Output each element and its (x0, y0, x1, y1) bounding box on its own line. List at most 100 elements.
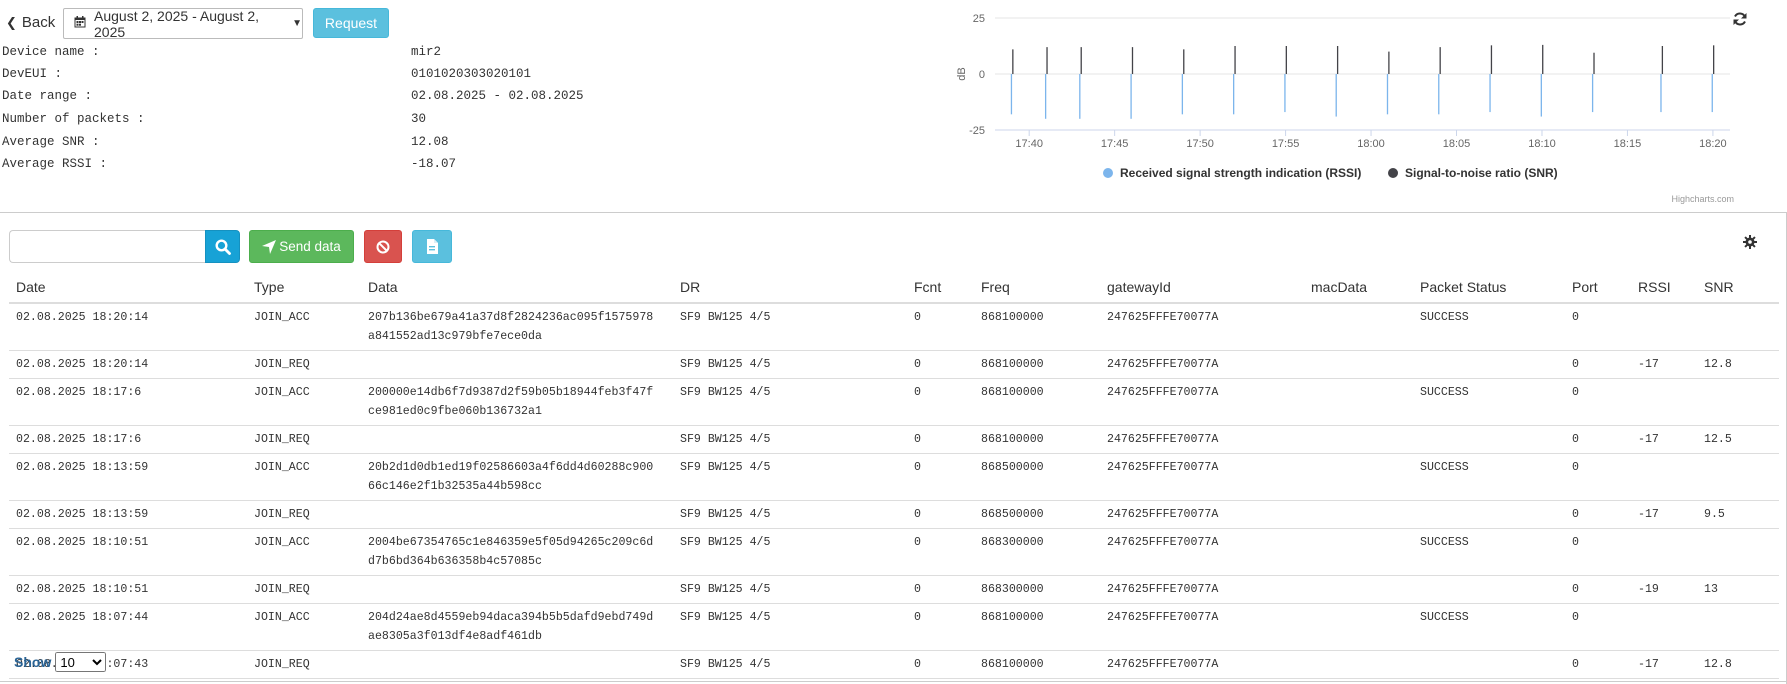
search-button[interactable] (205, 230, 240, 263)
column-header-rssi[interactable]: RSSI (1631, 272, 1697, 304)
cell-freq: 868300000 (974, 575, 1100, 604)
cell-fcnt: 0 (907, 350, 974, 379)
export-button[interactable] (412, 230, 452, 263)
column-header-dr[interactable]: DR (673, 272, 907, 304)
cell-gw: 247625FFFE70077A (1100, 575, 1304, 604)
column-header-date[interactable]: Date (9, 272, 247, 304)
cell-dr: SF9 BW125 4/5 (673, 303, 907, 351)
snr-bar (1131, 47, 1134, 74)
block-button[interactable] (364, 230, 402, 263)
back-button[interactable]: ❮ Back (6, 14, 55, 31)
refresh-icon[interactable] (1732, 11, 1748, 32)
cell-fcnt: 0 (907, 575, 974, 604)
cell-rssi: -17 (1631, 425, 1697, 454)
table-row: 02.08.2025 18:20:14 JOIN_REQ SF9 BW125 4/5… (9, 350, 1779, 379)
snr-bar (1593, 52, 1595, 74)
rssi-bar (1386, 74, 1389, 115)
column-header-packet-status[interactable]: Packet Status (1413, 272, 1565, 304)
cell-data-line: d7b6bd364b636358b4c57085c (368, 555, 542, 568)
cell-rssi: -17 (1631, 650, 1697, 679)
cell-mac (1304, 500, 1413, 529)
column-header-macdata[interactable]: macData (1304, 272, 1413, 304)
column-header-data[interactable]: Data (361, 272, 673, 304)
cell-type: JOIN_ACC (247, 528, 361, 576)
cell-freq: 868500000 (974, 500, 1100, 529)
page-size-control: Show 10 (14, 652, 107, 672)
caret-down-icon: ▼ (292, 18, 302, 29)
cell-date: 02.08.2025 18:17:6 (9, 425, 247, 454)
column-header-fcnt[interactable]: Fcnt (907, 272, 974, 304)
cell-rssi (1631, 453, 1697, 501)
cell-rssi: -19 (1631, 575, 1697, 604)
cell-type: JOIN_ACC (247, 303, 361, 351)
info-label: DevEUI : (2, 67, 63, 81)
table-row: 02.08.2025 18:10:51 JOIN_ACC 2004be6735476… (9, 528, 1779, 576)
cell-freq: 868100000 (974, 425, 1100, 454)
cell-rssi: -17 (1631, 500, 1697, 529)
cell-data: 200000e14db6f7d9387d2f59b05b18944feb3f47… (361, 378, 673, 426)
rssi-bar (1130, 74, 1132, 119)
cell-data-line: 66c146e2f1b32535a44b598cc (368, 480, 542, 493)
cell-mac (1304, 350, 1413, 379)
rssi-bar (1711, 74, 1713, 113)
cell-fcnt: 0 (907, 528, 974, 576)
cell-rssi (1631, 603, 1697, 651)
column-header-gatewayid[interactable]: gatewayId (1100, 272, 1304, 304)
snr-bar (1388, 51, 1390, 74)
legend-marker (1388, 168, 1398, 178)
rssi-bar (1660, 74, 1662, 113)
cell-mac (1304, 453, 1413, 501)
cell-mac (1304, 303, 1413, 351)
cell-type: JOIN_ACC (247, 603, 361, 651)
cell-date: 02.08.2025 18:13:59 (9, 500, 247, 529)
cell-port: 0 (1565, 453, 1631, 501)
cell-dr: SF9 BW125 4/5 (673, 528, 907, 576)
cell-freq: 868100000 (974, 650, 1100, 679)
cell-snr (1697, 603, 1779, 651)
cell-mac (1304, 575, 1413, 604)
column-header-snr[interactable]: SNR (1697, 272, 1779, 304)
cell-type: JOIN_REQ (247, 500, 361, 529)
cell-date: 02.08.2025 18:20:14 (9, 303, 247, 351)
chart-credit: Highcharts.com (1671, 194, 1734, 204)
cell-snr (1697, 528, 1779, 576)
cell-snr: 12.8 (1697, 650, 1779, 679)
gear-icon[interactable] (1743, 234, 1757, 254)
cell-snr (1697, 303, 1779, 351)
cell-data-line: ce981ed0c9fbe060b136732a1 (368, 405, 542, 418)
search-input[interactable] (9, 230, 205, 263)
snr-bar (1012, 49, 1014, 74)
snr-bar (1713, 45, 1715, 74)
rssi-bar (1438, 74, 1440, 115)
cell-mac (1304, 528, 1413, 576)
cell-data-line: 204d24ae8d4559eb94daca394b5b5dafd9ebd749… (368, 611, 654, 624)
cell-dr: SF9 BW125 4/5 (673, 350, 907, 379)
y-tick-label: -25 (969, 125, 985, 137)
request-button[interactable]: Request (313, 8, 389, 38)
cell-data (361, 575, 673, 604)
table-row: 02.08.2025 18:17:6 JOIN_ACC 200000e14db6f7… (9, 378, 1779, 426)
search-icon (214, 238, 231, 255)
cell-type: JOIN_ACC (247, 378, 361, 426)
column-header-type[interactable]: Type (247, 272, 361, 304)
cell-status (1413, 575, 1565, 604)
cell-status: SUCCESS (1413, 528, 1565, 576)
cell-snr (1697, 378, 1779, 426)
x-tick-label: 18:00 (1357, 138, 1385, 150)
cell-date: 02.08.2025 18:10:51 (9, 575, 247, 604)
send-data-button[interactable]: Send data (249, 230, 354, 263)
cell-dr: SF9 BW125 4/5 (673, 603, 907, 651)
cell-data (361, 650, 673, 679)
cell-port: 0 (1565, 303, 1631, 351)
cell-type: JOIN_ACC (247, 453, 361, 501)
signal-chart: 25 0 -25 dB 17:40 17:45 17:50 17:55 18:00 18:05 18… (956, 13, 1734, 204)
column-header-port[interactable]: Port (1565, 272, 1631, 304)
date-range-picker[interactable]: August 2, 2025 - August 2, 2025 ▼ (63, 8, 303, 40)
cell-mac (1304, 378, 1413, 426)
rssi-bar (1284, 74, 1286, 113)
column-header-freq[interactable]: Freq (974, 272, 1100, 304)
info-label: Date range : (2, 89, 93, 103)
x-tick-label: 18:05 (1443, 138, 1471, 150)
snr-bar (1080, 47, 1082, 74)
page-size-select[interactable]: 10 (55, 652, 107, 672)
